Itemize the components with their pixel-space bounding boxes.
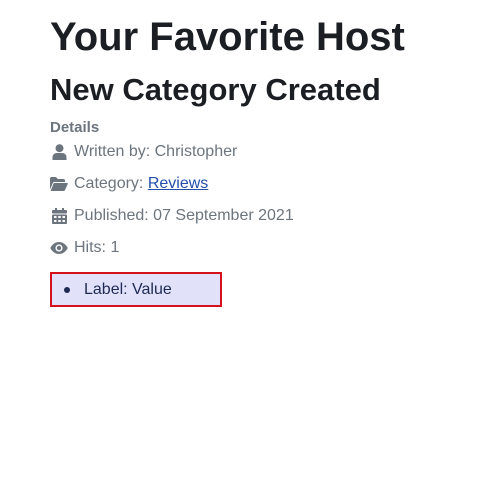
published-text: Published: 07 September 2021	[74, 207, 294, 224]
eye-icon	[50, 239, 68, 257]
category-link[interactable]: Reviews	[148, 175, 208, 193]
category-label: Category:	[74, 175, 148, 192]
published-row: Published: 07 September 2021	[50, 206, 294, 226]
hits-row: Hits: 1	[50, 238, 119, 258]
bullet-icon	[64, 287, 70, 293]
custom-field-item: Label: Value	[64, 280, 172, 300]
category-row: Category: Reviews	[50, 174, 208, 194]
custom-fields-box: Label: Value	[50, 272, 222, 307]
author-row: Written by: Christopher	[50, 142, 237, 162]
hits-text: Hits: 1	[74, 239, 120, 256]
custom-field-text: Label: Value	[84, 281, 172, 298]
author-text: Written by: Christopher	[74, 143, 238, 160]
site-title: Your Favorite Host	[50, 15, 405, 59]
folder-open-icon	[50, 175, 68, 193]
user-icon	[50, 143, 68, 161]
details-heading: Details	[50, 119, 100, 136]
calendar-icon	[50, 207, 68, 225]
article-title: New Category Created	[50, 72, 381, 107]
